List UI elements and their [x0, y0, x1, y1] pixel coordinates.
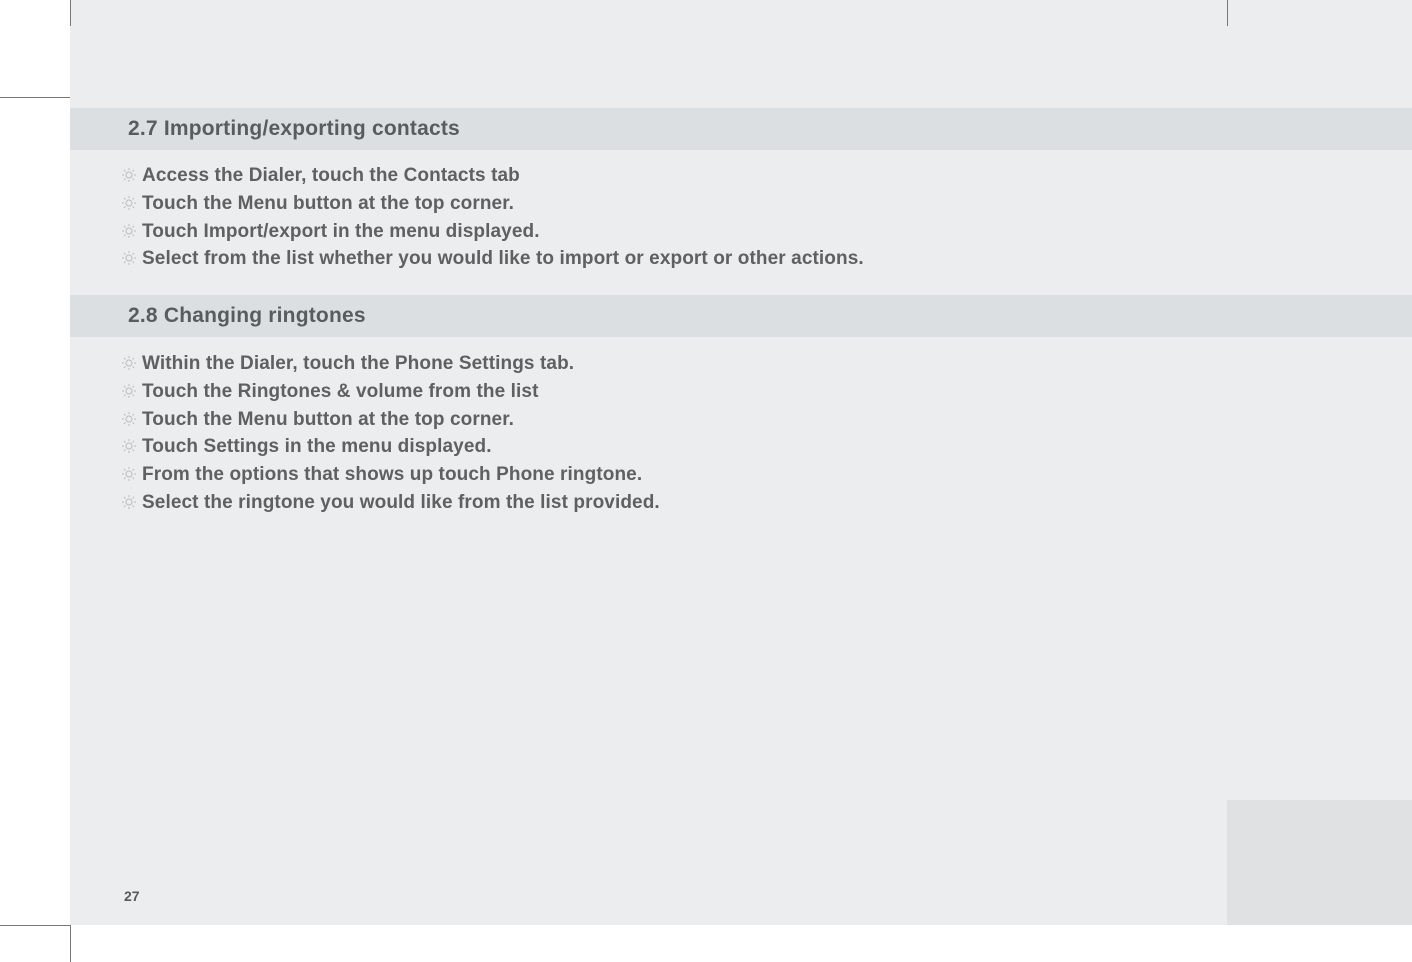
sun-bullet-icon — [122, 412, 136, 426]
section-heading-text: 2.7 Importing/exporting contacts — [128, 117, 460, 141]
list-item-text: From the options that shows up touch Pho… — [142, 463, 642, 487]
list-item-text: Select from the list whether you would l… — [142, 247, 864, 271]
cropmark-bottom-left-vertical — [70, 925, 71, 962]
cropmark-bottom-left-horizontal — [0, 925, 70, 926]
cropmark-top-left-horizontal — [0, 97, 70, 98]
list-item: Access the Dialer, touch the Contacts ta… — [122, 164, 864, 188]
sun-bullet-icon — [122, 196, 136, 210]
list-item: Within the Dialer, touch the Phone Setti… — [122, 352, 660, 376]
page-right-shadow — [1227, 800, 1412, 925]
list-item: Touch Settings in the menu displayed. — [122, 435, 660, 459]
sun-bullet-icon — [122, 224, 136, 238]
list-item-text: Touch the Menu button at the top corner. — [142, 408, 514, 432]
cropmark-top-right-vertical — [1227, 0, 1228, 26]
list-item: Touch the Ringtones & volume from the li… — [122, 380, 660, 404]
list-item-text: Access the Dialer, touch the Contacts ta… — [142, 164, 520, 188]
cropmark-top-left-vertical — [70, 0, 71, 26]
list-item: Select from the list whether you would l… — [122, 247, 864, 271]
section-heading-text: 2.8 Changing ringtones — [128, 304, 366, 328]
sun-bullet-icon — [122, 168, 136, 182]
sun-bullet-icon — [122, 467, 136, 481]
list-item-text: Touch the Ringtones & volume from the li… — [142, 380, 539, 404]
sun-bullet-icon — [122, 495, 136, 509]
list-item-text: Touch Settings in the menu displayed. — [142, 435, 492, 459]
section-heading-importing-exporting: 2.7 Importing/exporting contacts — [70, 108, 1412, 150]
list-item: Select the ringtone you would like from … — [122, 491, 660, 515]
page-number: 27 — [124, 888, 140, 904]
steps-list-importing-exporting: Access the Dialer, touch the Contacts ta… — [122, 164, 864, 275]
list-item: Touch Import/export in the menu displaye… — [122, 220, 864, 244]
sun-bullet-icon — [122, 384, 136, 398]
sun-bullet-icon — [122, 439, 136, 453]
list-item-text: Select the ringtone you would like from … — [142, 491, 660, 515]
list-item-text: Touch Import/export in the menu displaye… — [142, 220, 540, 244]
list-item-text: Touch the Menu button at the top corner. — [142, 192, 514, 216]
list-item: Touch the Menu button at the top corner. — [122, 192, 864, 216]
sun-bullet-icon — [122, 251, 136, 265]
list-item: Touch the Menu button at the top corner. — [122, 408, 660, 432]
section-heading-changing-ringtones: 2.8 Changing ringtones — [70, 295, 1412, 337]
sun-bullet-icon — [122, 356, 136, 370]
list-item: From the options that shows up touch Pho… — [122, 463, 660, 487]
list-item-text: Within the Dialer, touch the Phone Setti… — [142, 352, 574, 376]
steps-list-changing-ringtones: Within the Dialer, touch the Phone Setti… — [122, 352, 660, 519]
